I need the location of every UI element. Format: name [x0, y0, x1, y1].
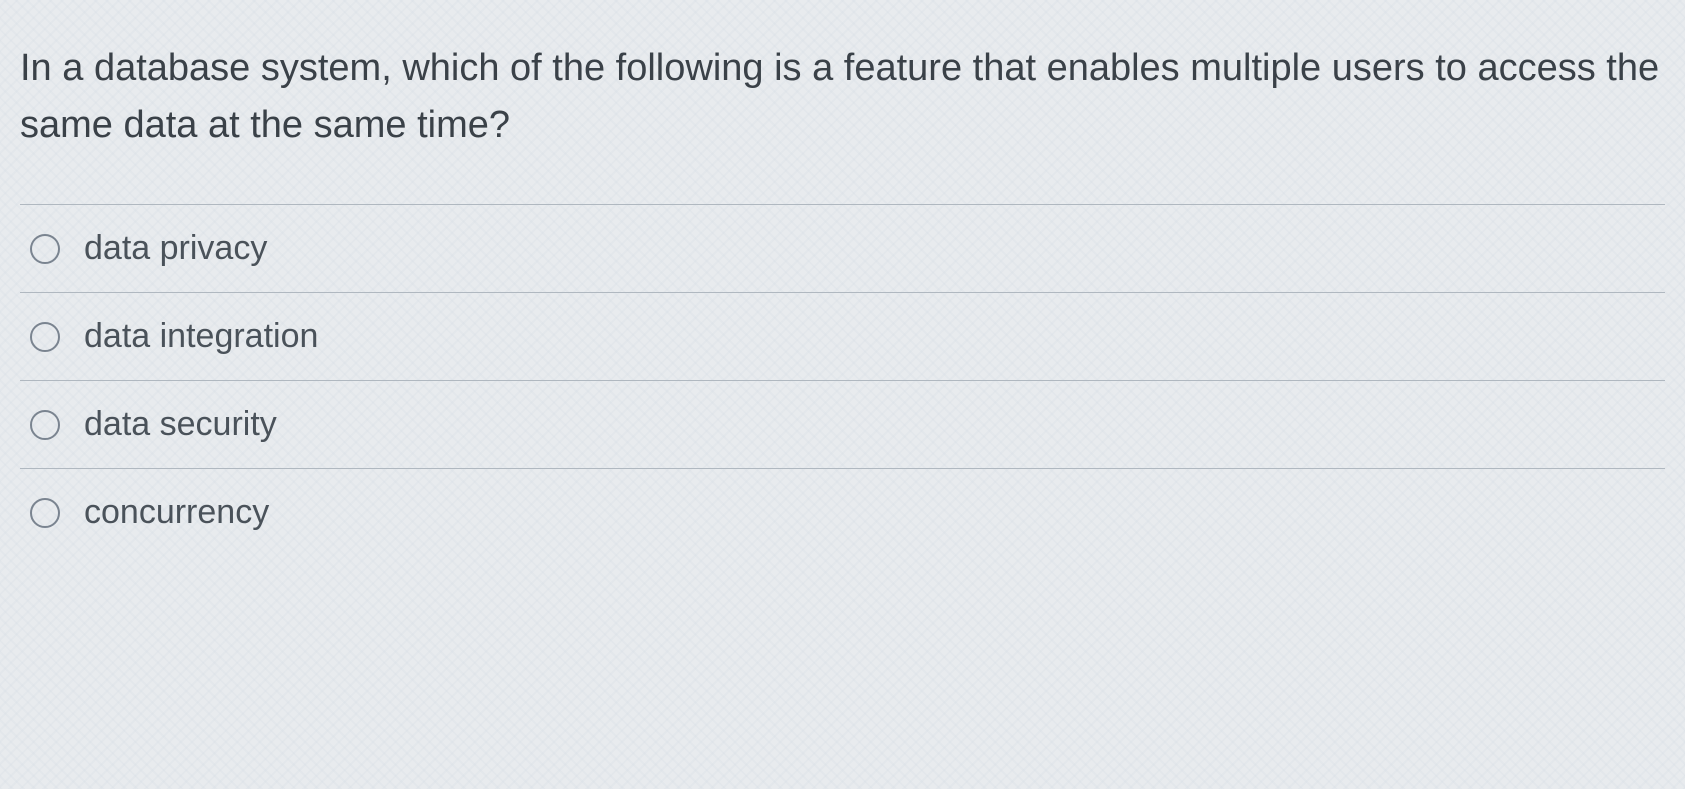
option-label: data privacy: [84, 229, 267, 268]
option-label: data security: [84, 405, 277, 444]
option-label: data integration: [84, 317, 318, 356]
option-row-1[interactable]: data integration: [20, 292, 1665, 380]
question-container: In a database system, which of the follo…: [20, 40, 1665, 556]
radio-icon[interactable]: [30, 498, 60, 528]
option-row-0[interactable]: data privacy: [20, 204, 1665, 292]
radio-icon[interactable]: [30, 322, 60, 352]
options-list: data privacy data integration data secur…: [20, 204, 1665, 556]
question-text: In a database system, which of the follo…: [20, 40, 1665, 154]
radio-icon[interactable]: [30, 234, 60, 264]
radio-icon[interactable]: [30, 410, 60, 440]
option-label: concurrency: [84, 493, 269, 532]
option-row-2[interactable]: data security: [20, 380, 1665, 468]
option-row-3[interactable]: concurrency: [20, 468, 1665, 556]
